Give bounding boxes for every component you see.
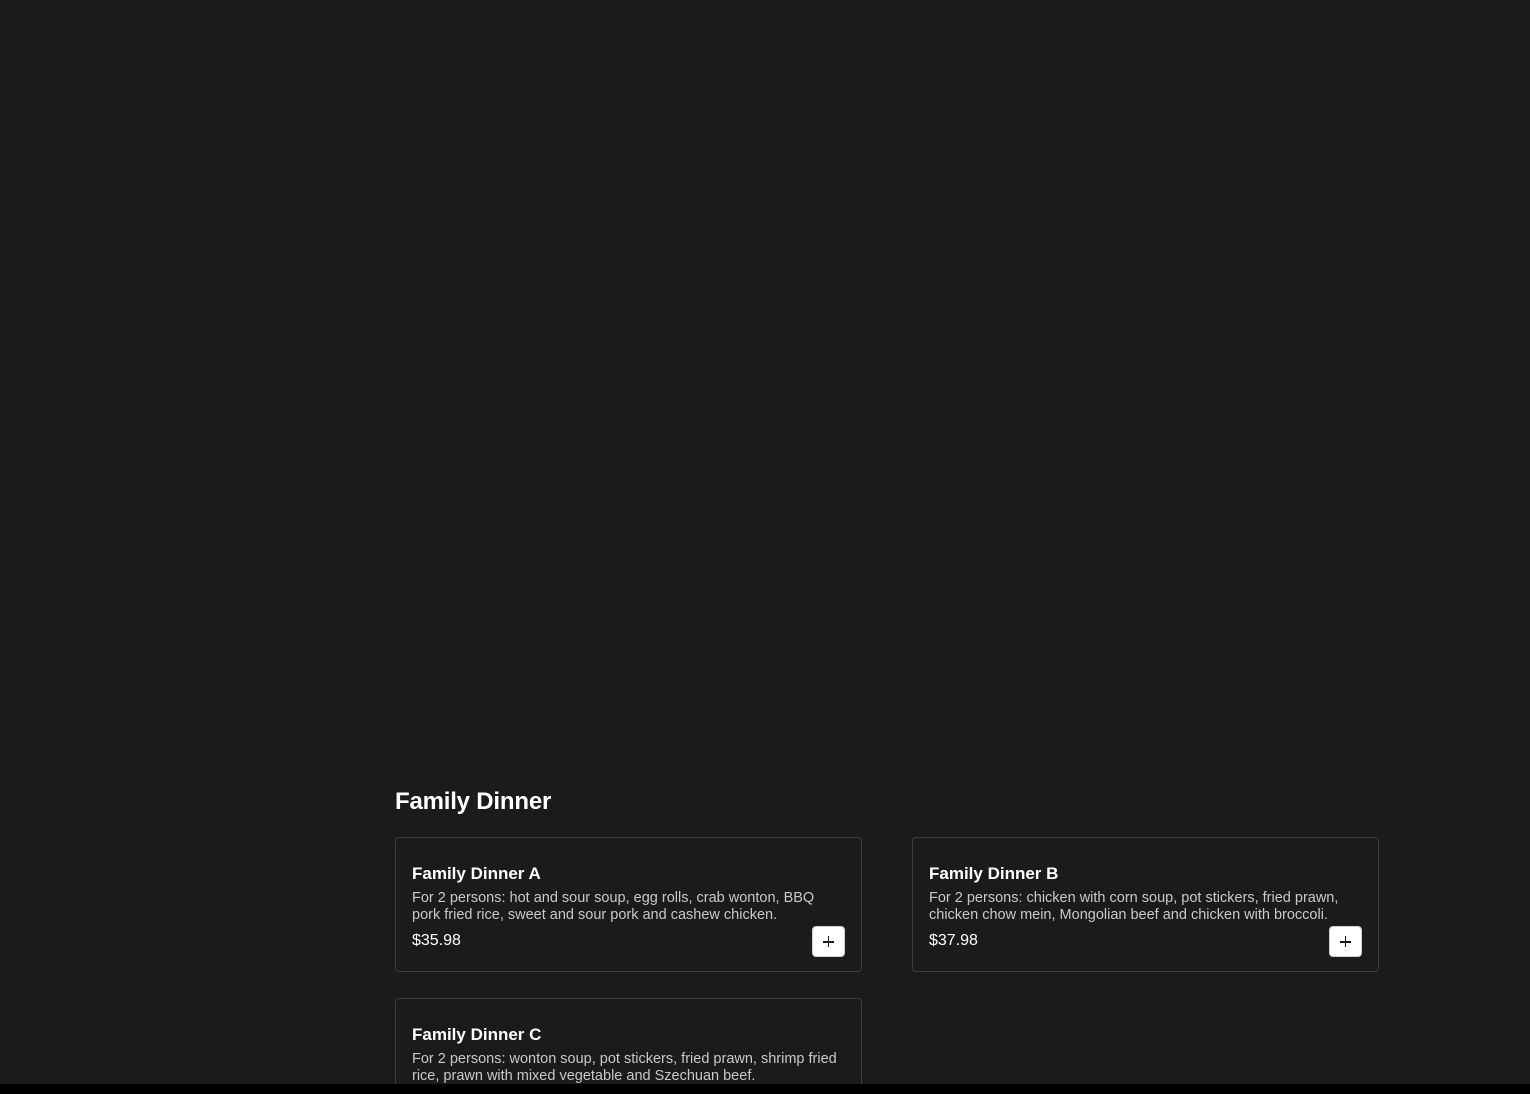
add-to-cart-button[interactable]	[812, 926, 845, 957]
menu-item-name: Family Dinner B	[929, 864, 1059, 883]
menu-item-description: For 2 persons: wonton soup, pot stickers…	[412, 1051, 837, 1084]
plus-icon	[823, 936, 834, 947]
menu-item-name: Family Dinner C	[412, 1025, 542, 1044]
menu-item-description: For 2 persons: chicken with corn soup, p…	[929, 890, 1339, 923]
menu-item-name: Family Dinner A	[412, 864, 541, 883]
add-to-cart-button[interactable]	[1329, 926, 1362, 957]
plus-icon	[1340, 936, 1351, 947]
menu-item-description: For 2 persons: hot and sour soup, egg ro…	[412, 890, 815, 923]
menu-item-card[interactable]: Family Dinner B For 2 persons: chicken w…	[912, 837, 1379, 972]
bottom-bar	[0, 1084, 1530, 1094]
menu-item-card[interactable]: Family Dinner A For 2 persons: hot and s…	[395, 837, 862, 972]
menu-item-price: $35.98	[412, 932, 461, 949]
menu-page: Family Dinner Family Dinner A For 2 pers…	[0, 0, 1530, 1084]
menu-item-card[interactable]: Family Dinner C For 2 persons: wonton so…	[395, 998, 862, 1084]
section-title: Family Dinner	[395, 788, 552, 815]
menu-item-price: $37.98	[929, 932, 978, 949]
